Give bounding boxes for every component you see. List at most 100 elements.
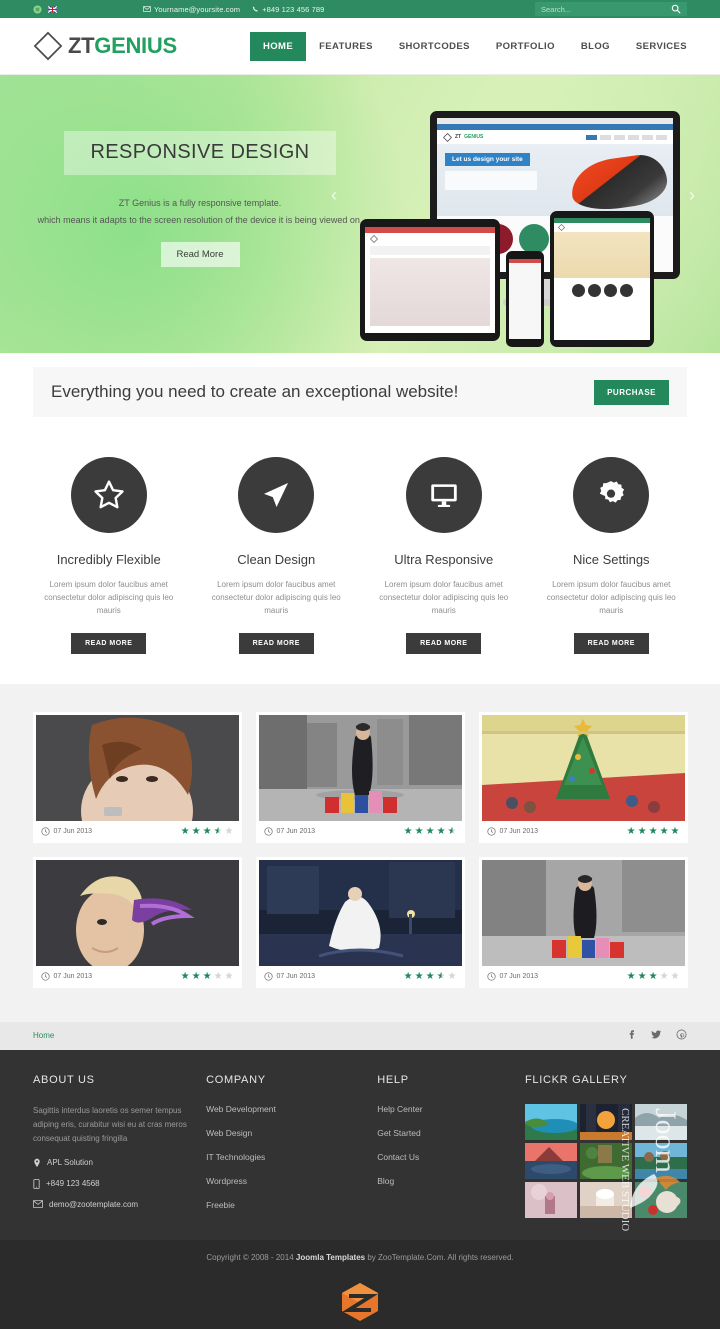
phone-item[interactable]: +849 123 456 789: [252, 5, 324, 14]
footer-link-get-started[interactable]: Get Started: [377, 1128, 525, 1138]
tablet-portrait-mockup: [550, 211, 654, 347]
site-footer: ABOUT US Sagittis interdus laoretis os s…: [0, 1049, 720, 1240]
feature-title: Clean Design: [237, 552, 316, 567]
footer-company-title: COMPANY: [206, 1073, 266, 1086]
portfolio-item[interactable]: 07 Jun 2013 ★ ★ ★ ★ ★: [32, 711, 242, 843]
search-icon[interactable]: [671, 4, 681, 14]
nav-item-shortcodes[interactable]: SHORTCODES: [386, 32, 483, 61]
footer-link-freebie[interactable]: Freebie: [206, 1200, 377, 1210]
portfolio-item[interactable]: 07 Jun 2013 ★ ★ ★ ★ ★: [255, 856, 465, 988]
feature-read-more-button[interactable]: READ MORE: [238, 632, 314, 654]
portfolio-image[interactable]: [258, 714, 462, 821]
flickr-thumb[interactable]: [525, 1142, 577, 1179]
footer-link-help-center[interactable]: Help Center: [377, 1104, 525, 1114]
hero-next-arrow[interactable]: ›: [684, 186, 700, 204]
gear-icon: [573, 457, 650, 533]
copyright-brand[interactable]: Joomla Templates: [296, 1253, 365, 1262]
feature-card-ultra-responsive: Ultra Responsive Lorem ipsum dolor fauci…: [360, 457, 528, 654]
portfolio-date: 07 Jun 2013: [499, 828, 539, 836]
top-bar: Yourname@yoursite.com +849 123 456 789 S…: [0, 0, 720, 18]
mockup-logo-genius: GENIUS: [464, 134, 484, 140]
mockup-diamond-icon-2: [370, 234, 378, 243]
portfolio-item[interactable]: 07 Jun 2013 ★ ★ ★ ★ ★: [255, 711, 465, 843]
top-bar-icons: [0, 4, 57, 14]
portfolio-date: 07 Jun 2013: [53, 973, 93, 981]
site-header: ZTGENIUS HOME FEATURES SHORTCODES PORTFO…: [0, 18, 720, 75]
feature-read-more-button[interactable]: READ MORE: [406, 632, 482, 654]
hero-read-more-button[interactable]: Read More: [160, 242, 240, 268]
search-input[interactable]: Search...: [541, 5, 671, 14]
flickr-thumb[interactable]: [580, 1103, 632, 1140]
hero-prev-arrow[interactable]: ‹: [326, 186, 342, 204]
rating-stars: ★ ★ ★ ★ ★: [403, 825, 457, 837]
mobile-icon: [33, 1178, 40, 1189]
nav-item-home[interactable]: HOME: [250, 31, 307, 61]
flickr-thumb[interactable]: [635, 1103, 687, 1140]
portfolio-meta: 07 Jun 2013 ★ ★ ★ ★ ★: [36, 821, 239, 843]
twitter-icon[interactable]: [651, 1027, 662, 1045]
feature-description: Lorem ipsum dolor faucibus amet consecte…: [379, 580, 509, 616]
copyright-suffix: by ZooTemplate.Com. All rights reserved.: [365, 1253, 514, 1263]
flickr-thumb[interactable]: [525, 1103, 579, 1140]
site-logo[interactable]: ZTGENIUS: [0, 31, 177, 61]
purchase-button[interactable]: PURCHASE: [594, 379, 669, 405]
portfolio-image[interactable]: [481, 859, 685, 966]
phone-text: +849 123 456 789: [262, 4, 325, 14]
feature-description: Lorem ipsum dolor faucibus amet consecte…: [546, 580, 676, 616]
portfolio-image[interactable]: [481, 714, 685, 821]
facebook-icon[interactable]: [626, 1027, 637, 1045]
flickr-thumb[interactable]: [580, 1142, 632, 1180]
email-item[interactable]: Yourname@yoursite.com: [143, 5, 240, 14]
flickr-thumb[interactable]: [635, 1181, 687, 1218]
footer-column-about: ABOUT US Sagittis interdus laoretis os s…: [33, 1074, 206, 1224]
footer-email[interactable]: demo@zootemplate.com: [33, 1200, 206, 1209]
nav-item-features[interactable]: FEATURES: [306, 32, 386, 61]
footer-link-it-technologies[interactable]: IT Technologies: [206, 1152, 377, 1162]
clock-icon: [486, 827, 496, 836]
email-text: Yourname@yoursite.com: [154, 4, 241, 14]
portfolio-date: 07 Jun 2013: [276, 973, 316, 981]
copyright-bar: Copyright © 2008 - 2014 Joomla Templates…: [0, 1239, 720, 1276]
pinterest-icon[interactable]: [676, 1027, 687, 1045]
search-box[interactable]: Search...: [535, 2, 687, 16]
clock-icon: [263, 827, 273, 836]
feature-description: Lorem ipsum dolor faucibus amet consecte…: [44, 580, 174, 616]
joomla-icon[interactable]: [33, 4, 42, 14]
footer-link-wordpress[interactable]: Wordpress: [206, 1176, 377, 1186]
nav-item-portfolio[interactable]: PORTFOLIO: [483, 32, 568, 61]
rating-stars: ★ ★ ★ ★ ★: [626, 825, 680, 837]
flickr-thumb[interactable]: [580, 1181, 632, 1218]
rating-stars: ★ ★ ★ ★ ★: [180, 825, 234, 837]
portfolio-image[interactable]: [258, 859, 462, 966]
breadcrumb-home-link[interactable]: Home: [33, 1031, 54, 1040]
flickr-thumb[interactable]: [635, 1142, 687, 1179]
breadcrumb-bar: Home: [0, 1021, 720, 1050]
map-pin-icon: [34, 1158, 40, 1167]
portfolio-item[interactable]: 07 Jun 2013 ★ ★ ★ ★ ★: [478, 711, 688, 843]
portfolio-image[interactable]: [35, 714, 239, 821]
hero-title-box: RESPONSIVE DESIGN: [64, 131, 336, 175]
logo-text-genius: GENIUS: [94, 33, 177, 58]
feature-read-more-button[interactable]: READ MORE: [71, 632, 147, 654]
uk-flag-icon[interactable]: [48, 5, 57, 14]
nav-item-blog[interactable]: BLOG: [568, 32, 623, 61]
portfolio-date: 07 Jun 2013: [499, 973, 539, 981]
flickr-thumb[interactable]: [525, 1181, 577, 1218]
phone-icon: [253, 6, 258, 12]
feature-card-clean-design: Clean Design Lorem ipsum dolor faucibus …: [193, 457, 361, 654]
portfolio-item[interactable]: 07 Jun 2013 ★ ★ ★ ★ ★: [478, 856, 688, 988]
footer-link-blog[interactable]: Blog: [377, 1176, 525, 1186]
device-mockup-group: ZT GENIUS Let us design your site: [360, 111, 710, 351]
zt-hex-logo-icon[interactable]: [337, 1281, 383, 1323]
portfolio-image[interactable]: [35, 859, 239, 966]
nav-item-services[interactable]: SERVICES: [623, 32, 700, 61]
footer-link-web-development[interactable]: Web Development: [206, 1104, 377, 1114]
feature-read-more-button[interactable]: READ MORE: [573, 632, 649, 654]
portfolio-item[interactable]: 07 Jun 2013 ★ ★ ★ ★ ★: [32, 856, 242, 988]
footer-address: APL Solution: [33, 1158, 206, 1168]
feature-card-incredibly-flexible: Incredibly Flexible Lorem ipsum dolor fa…: [25, 457, 193, 654]
footer-link-web-design[interactable]: Web Design: [206, 1128, 377, 1138]
mockup-banner-text: Let us design your site: [445, 153, 530, 166]
footer-link-contact-us[interactable]: Contact Us: [377, 1152, 525, 1162]
footer-about-title: ABOUT US: [33, 1073, 95, 1086]
